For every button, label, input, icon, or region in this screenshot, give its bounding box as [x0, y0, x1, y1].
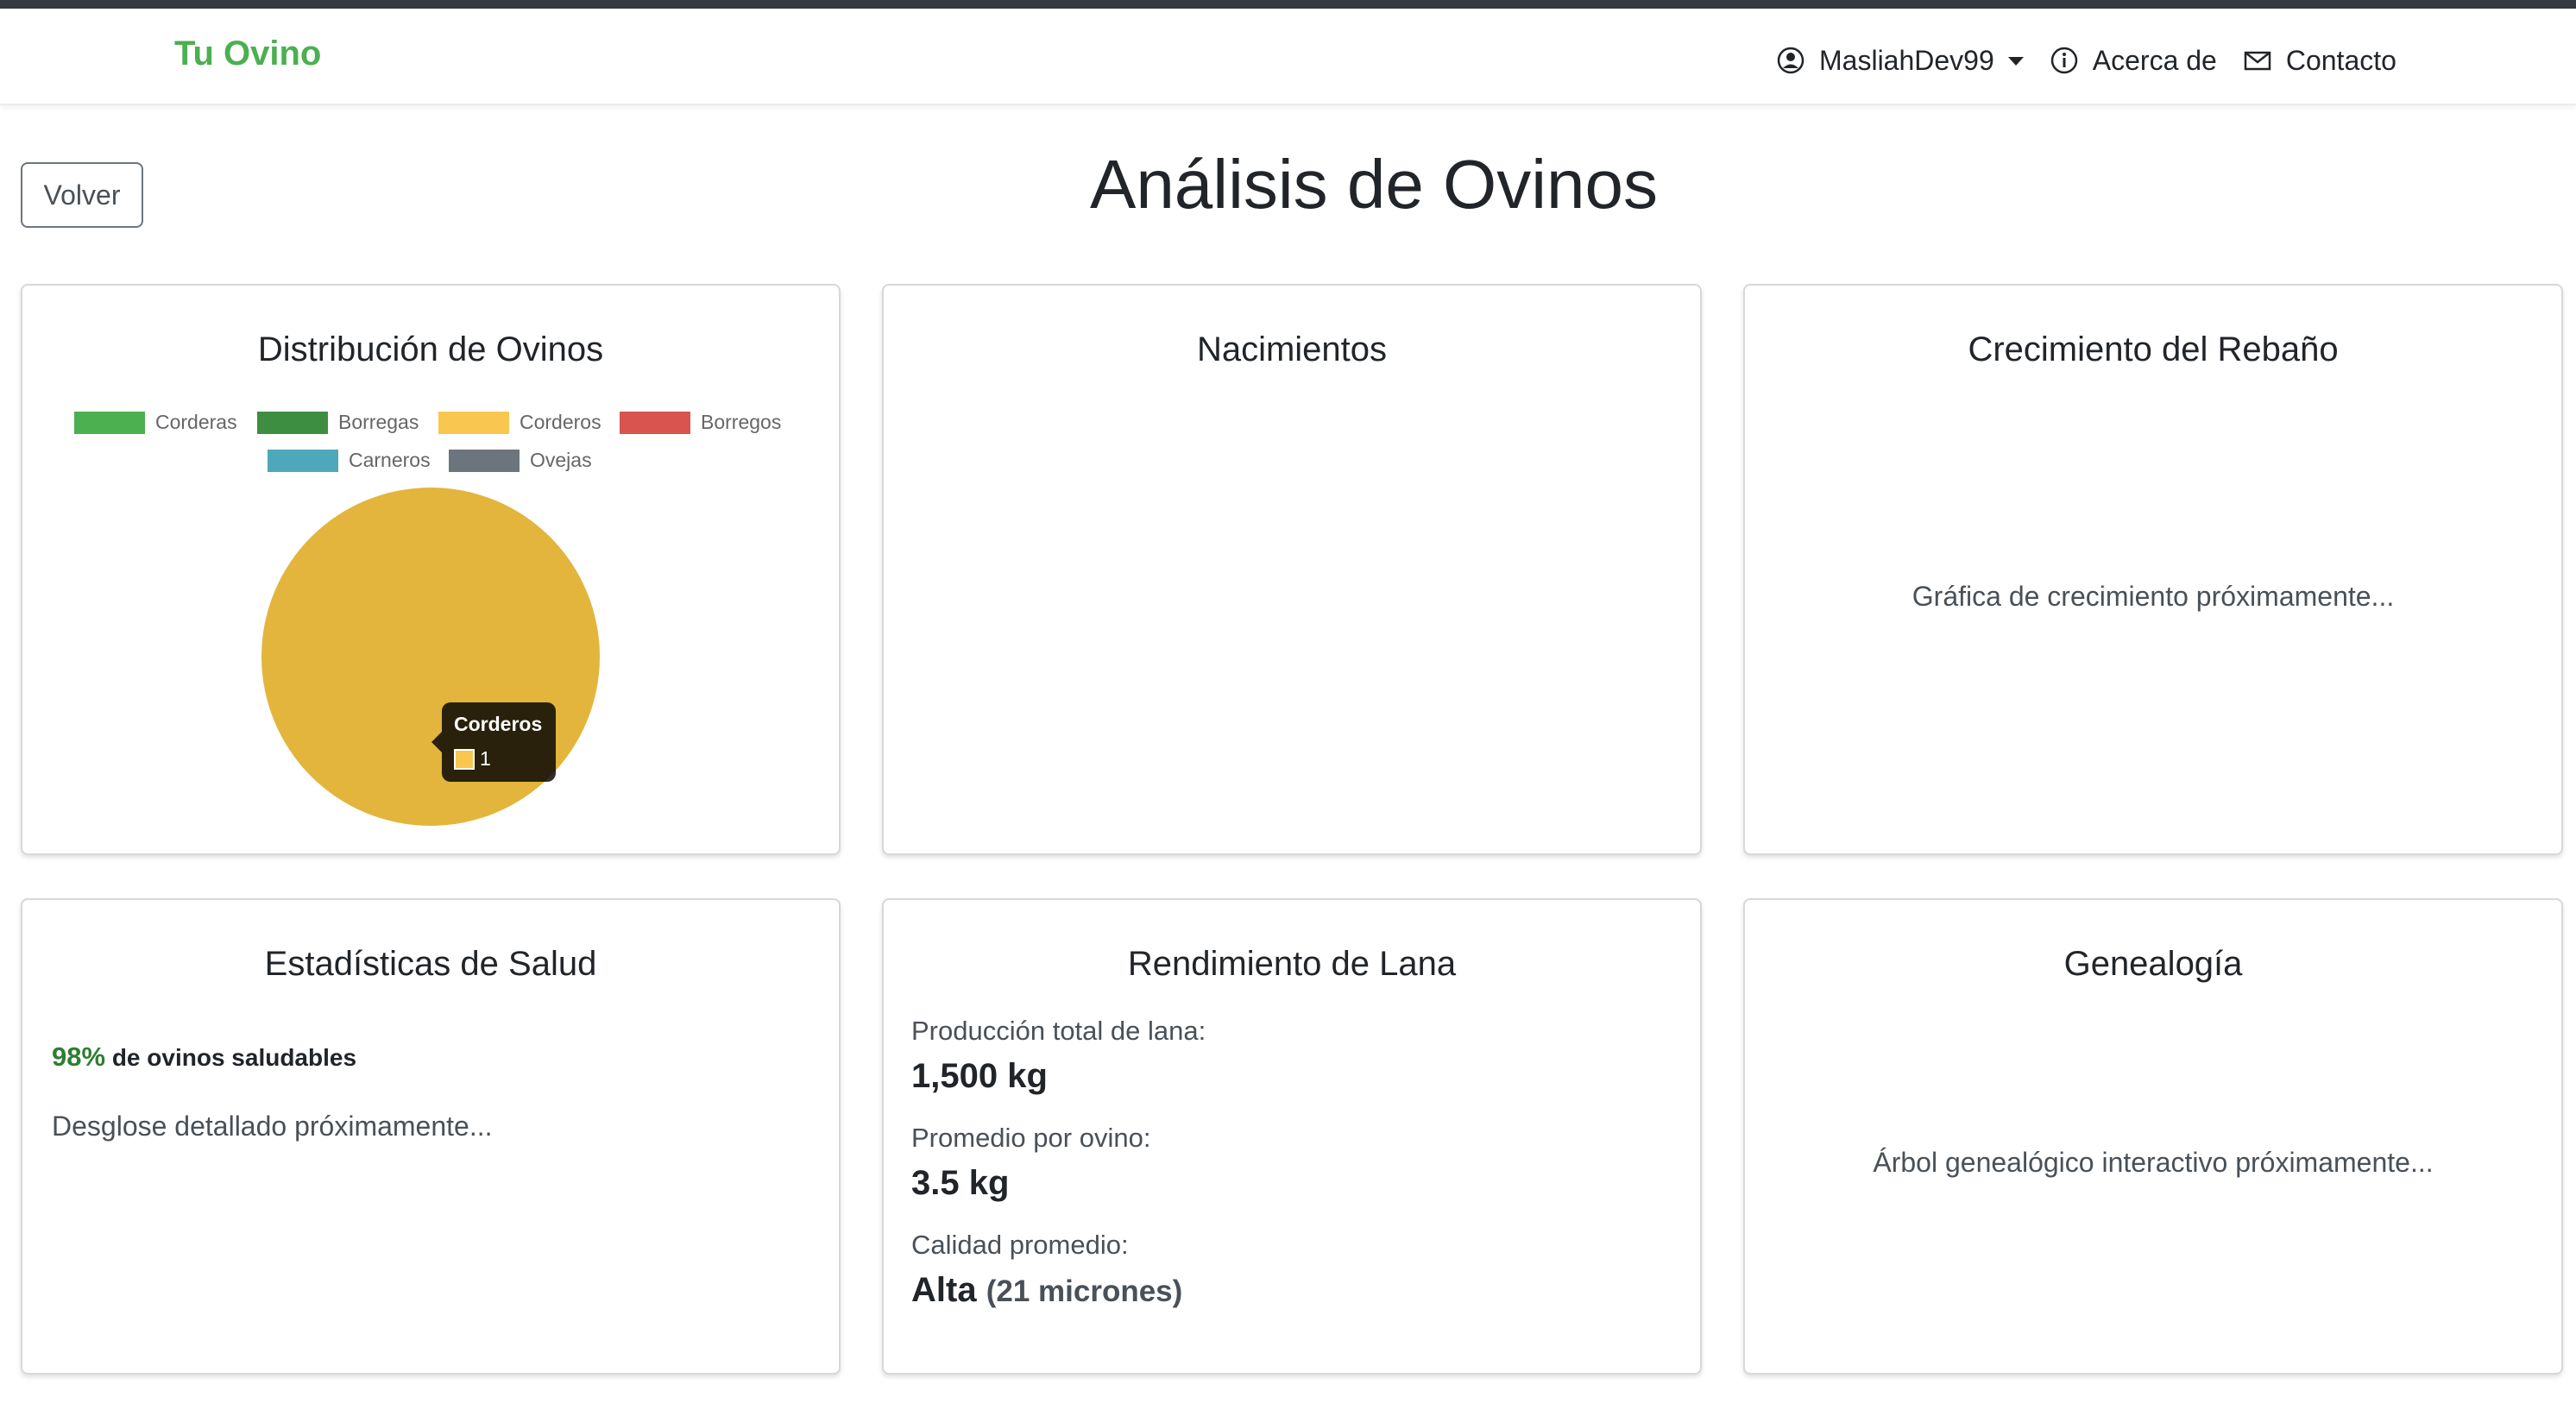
legend-swatch — [268, 449, 338, 472]
brand-link[interactable]: Tu Ovino — [174, 35, 321, 73]
health-card: Estadísticas de Salud 98% de ovinos salu… — [21, 898, 841, 1375]
legend-swatch — [438, 411, 509, 434]
legend-swatch — [449, 449, 520, 472]
page-title: Análisis de Ovinos — [1089, 146, 1659, 223]
wool-avg-value: 3.5 kg — [911, 1164, 1010, 1202]
tooltip-body: 1 — [454, 747, 491, 771]
info-icon — [2050, 47, 2078, 74]
envelope-icon — [2244, 51, 2271, 71]
births-card: Nacimientos — [882, 284, 1702, 855]
wool-total-label: Producción total de lana: — [911, 1016, 1206, 1046]
legend-label: Carneros — [349, 449, 431, 471]
card-title: Nacimientos — [1196, 330, 1388, 368]
card-title: Estadísticas de Salud — [264, 945, 597, 983]
navbar: Tu Ovino MasliahDev99 Acerca de Contacto — [0, 9, 2576, 105]
wool-quality-grade: Alta — [911, 1271, 977, 1309]
legend-swatch — [257, 411, 328, 434]
tooltip-title: Corderos — [454, 713, 543, 735]
wool-quality-microns: (21 micrones) — [986, 1274, 1183, 1308]
legend-item-borregos[interactable]: Borregos — [620, 411, 781, 434]
chart-tooltip: Corderos 1 — [431, 702, 556, 782]
genealogy-card: Genealogía Árbol genealógico interactivo… — [1743, 898, 2563, 1375]
contact-link[interactable]: Contacto — [2243, 45, 2396, 77]
about-link[interactable]: Acerca de — [2050, 45, 2217, 77]
legend-item-corderas[interactable]: Corderas — [74, 411, 237, 434]
genealogy-placeholder: Árbol genealógico interactivo próximamen… — [1873, 1147, 2434, 1178]
wool-total-value: 1,500 kg — [911, 1057, 1048, 1095]
top-accent-strip — [0, 0, 2576, 9]
user-dropdown[interactable]: MasliahDev99 — [1776, 45, 2024, 77]
tooltip-arrow — [431, 732, 442, 752]
nav-right: MasliahDev99 Acerca de Contacto — [1776, 40, 2422, 81]
health-percent: 98% — [52, 1042, 106, 1072]
card-title: Genealogía — [2063, 945, 2243, 983]
legend-label: Borregos — [701, 411, 782, 433]
legend-item-borregas[interactable]: Borregas — [257, 411, 419, 434]
health-summary: 98% de ovinos saludables — [52, 1042, 356, 1073]
legend-label: Corderas — [155, 411, 237, 433]
chevron-down-icon — [2007, 57, 2024, 66]
growth-placeholder: Gráfica de crecimiento próximamente... — [1912, 581, 2395, 612]
legend-label: Borregas — [338, 411, 419, 433]
about-label: Acerca de — [2092, 44, 2217, 76]
wool-quality-value: Alta (21 micrones) — [911, 1271, 1182, 1310]
wool-card: Rendimiento de Lana Producción total de … — [882, 898, 1702, 1375]
wool-quality-label: Calidad promedio: — [911, 1230, 1129, 1260]
legend-item-carneros[interactable]: Carneros — [268, 449, 431, 472]
legend-label: Ovejas — [530, 449, 592, 471]
legend-label: Corderos — [520, 411, 601, 433]
card-title: Distribución de Ovinos — [257, 330, 604, 368]
health-percent-label: de ovinos saludables — [111, 1044, 357, 1071]
contact-label: Contacto — [2285, 44, 2396, 76]
user-circle-icon — [1777, 47, 1804, 74]
health-details: Desglose detallado próximamente... — [52, 1111, 493, 1142]
tooltip-value: 1 — [480, 747, 491, 770]
legend-item-corderos[interactable]: Corderos — [438, 411, 601, 434]
legend-swatch — [74, 411, 145, 434]
legend-item-ovejas[interactable]: Ovejas — [449, 449, 592, 472]
user-name: MasliahDev99 — [1819, 44, 1994, 76]
tooltip-swatch — [454, 748, 475, 770]
card-title: Crecimiento del Rebaño — [1968, 330, 2339, 368]
wool-avg-label: Promedio por ovino: — [911, 1123, 1151, 1153]
growth-card: Crecimiento del Rebaño Gráfica de crecim… — [1743, 284, 2563, 855]
card-title: Rendimiento de Lana — [1127, 945, 1457, 983]
legend-swatch — [620, 411, 690, 434]
